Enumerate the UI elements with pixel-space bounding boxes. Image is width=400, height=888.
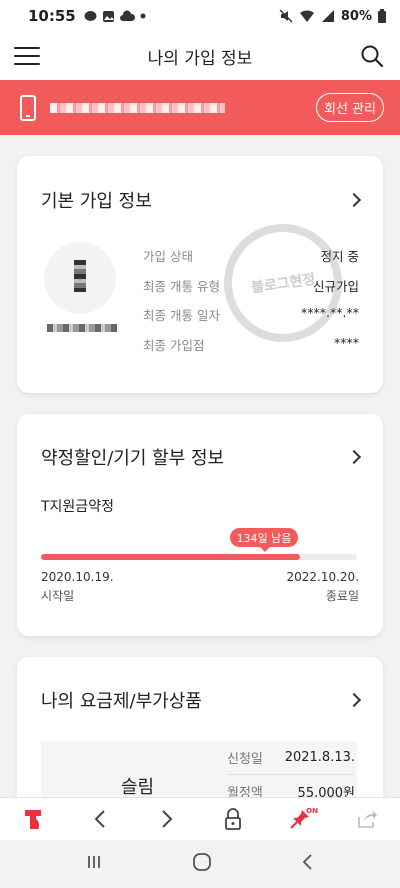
end-date-block: 2022.10.20. 종료일 [286, 570, 359, 604]
plan-name: 슬림 [121, 777, 155, 798]
plan-label: 신청일 [227, 752, 263, 767]
start-date-label: 시작일 [41, 589, 75, 603]
cloud-icon [119, 10, 135, 21]
masked-device-name [47, 324, 117, 332]
contract-title: 약정할인/기기 할부 정보 [41, 448, 225, 469]
info-value: **** [334, 334, 359, 350]
chevron-right-icon[interactable] [346, 692, 362, 708]
gallery-icon [102, 10, 114, 22]
contract-card[interactable]: 약정할인/기기 할부 정보 T지원금약정 134일 남음 2020.10.19.… [17, 414, 383, 636]
bottom-toolbar: ON [0, 797, 400, 840]
info-label: 최종 가입점 [143, 337, 205, 353]
signal-icon [321, 10, 334, 22]
line-manage-button[interactable]: 회선 관리 [316, 93, 384, 122]
recent-apps-button[interactable] [85, 853, 103, 875]
basic-info-card[interactable]: 기본 가입 정보 가입 상태 정지 중 최종 개통 유형 신규가입 최종 개통 … [17, 156, 383, 393]
chevron-right-icon[interactable] [346, 192, 362, 208]
system-back-button[interactable] [301, 853, 315, 875]
chat-icon [84, 10, 97, 21]
back-arrow-icon[interactable] [80, 799, 120, 839]
hamburger-menu-icon[interactable] [14, 44, 40, 68]
info-label: 최종 개통 유형 [143, 278, 220, 294]
pin-icon[interactable]: ON [280, 799, 320, 839]
page-title: 나의 가입 정보 [147, 48, 253, 69]
line-banner: 회선 관리 [0, 80, 400, 135]
pin-state-label: ON [306, 807, 318, 815]
status-time: 10:55 [28, 7, 76, 25]
forward-arrow-icon[interactable] [147, 799, 187, 839]
chevron-right-icon[interactable] [346, 449, 362, 465]
battery-icon [378, 9, 386, 23]
lock-icon[interactable] [213, 799, 253, 839]
plan-title: 나의 요금제/부가상품 [41, 691, 202, 712]
info-value: 신규가입 [312, 278, 359, 294]
info-row: 최종 개통 유형 신규가입 [143, 276, 359, 306]
info-label: 가입 상태 [143, 249, 193, 264]
basic-info-title: 기본 가입 정보 [41, 191, 152, 212]
end-date: 2022.10.20. [286, 570, 359, 584]
info-row: 가입 상태 정지 중 [143, 246, 359, 276]
dot-icon [140, 13, 146, 19]
system-nav-bar [0, 840, 400, 888]
info-value: ****.**.** [301, 305, 359, 320]
masked-device-image [74, 260, 86, 292]
phone-icon [20, 94, 36, 121]
info-value: 정지 중 [320, 249, 359, 264]
info-row: 최종 가입점 **** [143, 335, 359, 365]
contract-progress-fill [41, 554, 301, 560]
remaining-days-badge: 134일 남음 [230, 528, 298, 552]
mute-icon [279, 9, 293, 23]
battery-percent: 80% [340, 8, 372, 24]
contract-progress-bar [41, 554, 357, 560]
tworld-logo-icon[interactable] [13, 799, 53, 839]
system-icons: 80% [279, 9, 386, 24]
search-icon[interactable] [360, 44, 384, 68]
plan-value: 2021.8.13. [284, 750, 355, 765]
notification-icons [84, 10, 146, 23]
contract-name: T지원금약정 [41, 499, 114, 515]
info-label: 최종 개통 일자 [143, 308, 220, 323]
plan-card[interactable]: 나의 요금제/부가상품 슬림 신청일 2021.8.13. 월정액 55,000… [17, 657, 383, 821]
share-icon[interactable] [347, 799, 387, 839]
plan-row: 신청일 2021.8.13. [227, 741, 355, 775]
start-date-block: 2020.10.19. 시작일 [41, 570, 114, 604]
info-row: 최종 개통 일자 ****.**.** [143, 305, 359, 335]
start-date: 2020.10.19. [41, 570, 114, 584]
app-header: 나의 가입 정보 [0, 32, 400, 80]
end-date-label: 종료일 [325, 589, 359, 603]
home-button[interactable] [192, 852, 212, 876]
basic-info-list: 가입 상태 정지 중 최종 개통 유형 신규가입 최종 개통 일자 ****.*… [143, 246, 359, 364]
masked-phone-number [50, 102, 225, 113]
wifi-icon [299, 10, 314, 22]
status-bar: 10:55 80% [0, 0, 400, 32]
